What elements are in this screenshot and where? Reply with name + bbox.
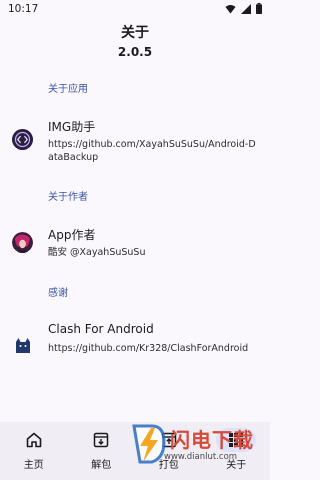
unpack-icon	[94, 432, 109, 448]
battery-icon	[256, 3, 262, 14]
signal-icon	[241, 3, 251, 14]
nav-label-home: 主页	[23, 460, 44, 471]
app-version: 2.0.5	[117, 45, 153, 59]
thanks-title: Clash For Android	[48, 322, 154, 336]
app-repo-link[interactable]: https://github.com/XayahSuSuSu/Android-D…	[48, 138, 260, 164]
thanks-repo-link[interactable]: https://github.com/Kr328/ClashForAndroid	[48, 342, 260, 355]
author-item[interactable]: App作者 酷安 @XayahSuSuSu	[0, 222, 270, 264]
app-logo-icon	[12, 129, 33, 150]
author-avatar	[12, 232, 33, 253]
nav-label-unpack: 解包	[91, 460, 112, 471]
nav-label-about: 关于	[226, 460, 247, 471]
status-icons	[225, 3, 262, 14]
section-header-about-author: 关于作者	[48, 192, 88, 203]
nav-item-home[interactable]: 主页	[0, 422, 68, 480]
author-handle: 酷安 @XayahSuSuSu	[48, 247, 146, 258]
pack-icon	[161, 432, 176, 448]
section-header-thanks: 感谢	[48, 288, 68, 299]
page-title: 关于	[121, 25, 149, 41]
author-label: App作者	[48, 228, 96, 242]
thanks-item-clash[interactable]: Clash For Android https://github.com/Kr3…	[0, 318, 270, 370]
bottom-navigation: 主页 解包 打包 关于	[0, 422, 270, 480]
status-bar: 10:17	[0, 0, 270, 20]
about-app-item[interactable]: IMG助手 https://github.com/XayahSuSuSu/And…	[0, 112, 270, 174]
cat-icon	[14, 336, 32, 354]
home-icon	[26, 432, 42, 448]
section-header-about-app: 关于应用	[48, 84, 88, 95]
page-header: 关于 2.0.5	[0, 24, 270, 61]
nav-item-unpack[interactable]: 解包	[68, 422, 136, 480]
grid-icon	[229, 433, 244, 447]
nav-item-pack[interactable]: 打包	[135, 422, 203, 480]
status-time: 10:17	[8, 3, 39, 15]
wifi-icon	[225, 4, 236, 13]
nav-label-pack: 打包	[158, 460, 179, 471]
nav-item-about[interactable]: 关于	[203, 422, 271, 480]
app-name: IMG助手	[48, 120, 96, 134]
